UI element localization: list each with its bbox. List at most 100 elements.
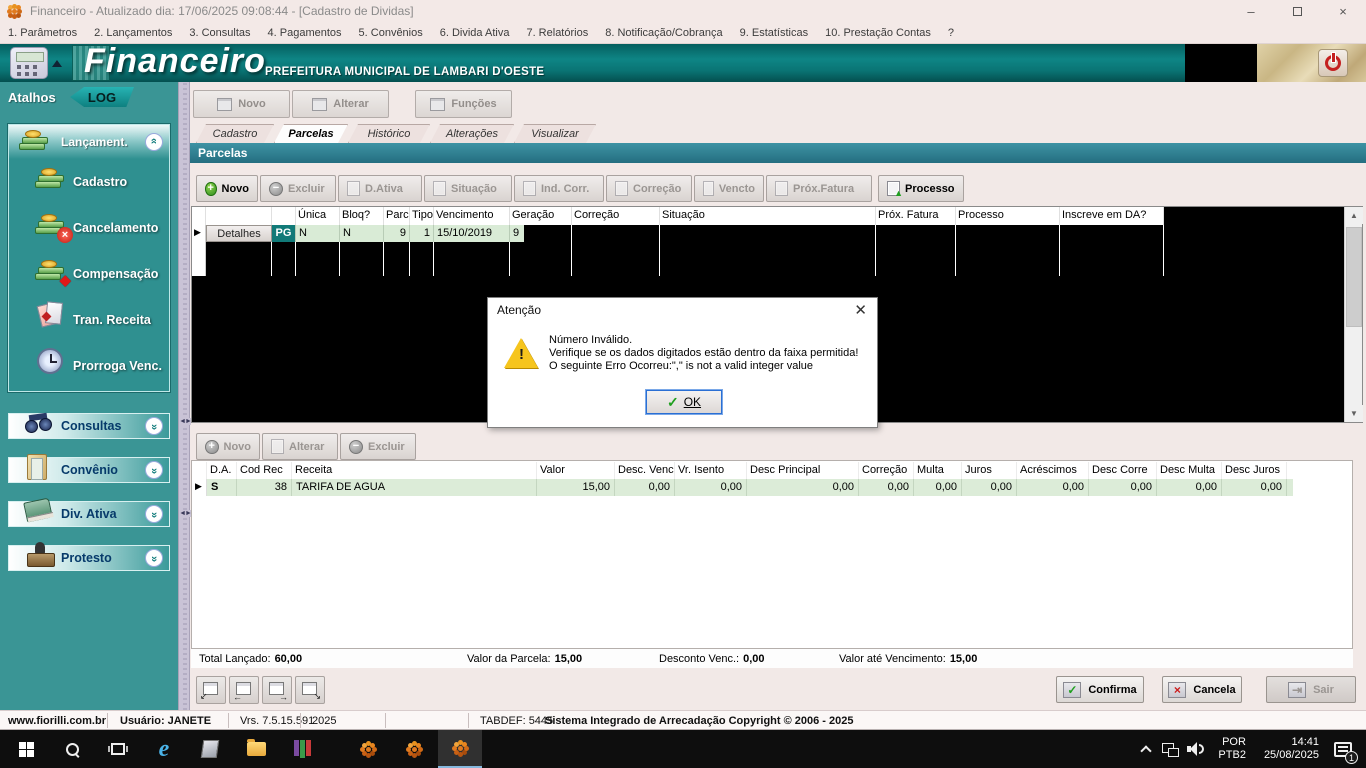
fiorilli-flower-icon — [359, 740, 377, 758]
cell-valor: 15,00 — [537, 479, 615, 496]
alterar-button-top[interactable]: Alterar — [292, 90, 389, 118]
tray-chevron-icon[interactable] — [1141, 745, 1152, 756]
clock-indicator[interactable]: 14:41 25/08/2025 — [1264, 736, 1319, 762]
parcelas-novo-button[interactable]: +Novo — [196, 175, 258, 202]
minimize-button[interactable]: – — [1228, 0, 1274, 22]
expand-chevron-icon[interactable]: » — [145, 417, 163, 435]
sidebar-group-header[interactable]: Lançament. » — [9, 125, 169, 159]
notepad-button[interactable] — [188, 730, 232, 768]
speaker-icon[interactable] — [1187, 742, 1209, 756]
calculator-icon[interactable] — [10, 47, 48, 79]
sidebar-item-prorroga-venc[interactable]: Prorroga Venc. — [9, 343, 169, 389]
windows-icon — [19, 742, 34, 757]
parcelas-processo-button[interactable]: ▲Processo — [878, 175, 964, 202]
scroll-up-icon[interactable]: ▲ — [1345, 207, 1363, 224]
desconto-venc: Desconto Venc.:0,00 — [659, 653, 765, 665]
internet-explorer-button[interactable]: e — [142, 730, 186, 768]
receitas-row[interactable]: ▶ S 38 TARIFA DE AGUA 15,00 0,00 0,00 0,… — [193, 479, 1293, 496]
cell-acrescimos: 0,00 — [1017, 479, 1089, 496]
winrar-button[interactable] — [280, 730, 324, 768]
funcoes-button[interactable]: Funções — [415, 90, 512, 118]
confirma-button[interactable]: ✓Confirma — [1056, 676, 1144, 703]
menu-parametros[interactable]: 1. Parâmetros — [8, 27, 77, 39]
parcelas-excluir-button[interactable]: −Excluir — [260, 175, 336, 202]
sidebar-item-cadastro[interactable]: Cadastro — [9, 159, 169, 205]
task-view-button[interactable] — [96, 730, 140, 768]
nav-first-button[interactable]: ↙ — [196, 676, 226, 704]
expand-chevron-icon[interactable]: » — [145, 549, 163, 567]
sidebar-item-compensacao[interactable]: ◆ Compensação — [9, 251, 169, 297]
fiorilli-app-button[interactable] — [392, 730, 436, 768]
cancela-button[interactable]: ×Cancela — [1162, 676, 1242, 703]
dialog-close-icon[interactable]: ✕ — [854, 301, 867, 319]
ok-button[interactable]: ✓ OK — [646, 390, 722, 414]
parcelas-vencto-button[interactable]: Vencto — [694, 175, 764, 202]
clock-icon — [37, 348, 63, 374]
money-swap-icon: ◆ — [35, 259, 67, 285]
tab-visualizar[interactable]: Visualizar — [514, 124, 596, 143]
tab-strip: Cadastro Parcelas Histórico Alterações V… — [190, 124, 1366, 143]
language-indicator[interactable]: POR PTB2 — [1218, 736, 1246, 762]
sair-button[interactable]: ⇥Sair — [1266, 676, 1356, 703]
menu-convenios[interactable]: 5. Convênios — [359, 27, 423, 39]
sidebar-item-cancelamento[interactable]: × Cancelamento — [9, 205, 169, 251]
panel-title: Parcelas — [190, 143, 1366, 163]
receitas-alterar-button[interactable]: Alterar — [262, 433, 338, 460]
detalhes-button[interactable]: Detalhes — [206, 225, 272, 242]
tab-parcelas[interactable]: Parcelas — [274, 124, 348, 143]
maximize-button[interactable] — [1274, 0, 1320, 22]
nav-last-button[interactable]: ↘ — [295, 676, 325, 704]
menu-relatorios[interactable]: 7. Relatórios — [526, 27, 588, 39]
collapse-chevron-icon[interactable]: » — [145, 133, 163, 151]
tab-cadastro[interactable]: Cadastro — [196, 124, 274, 143]
splitter-arrows[interactable]: ◄► — [179, 510, 191, 517]
sidebar-splitter[interactable]: ◄► ◄► — [178, 82, 190, 710]
sidebar-group-div-ativa[interactable]: Div. Ativa » — [8, 501, 170, 527]
menu-consultas[interactable]: 3. Consultas — [189, 27, 250, 39]
sidebar-group-convenio[interactable]: Convênio » — [8, 457, 170, 483]
scroll-thumb[interactable] — [1346, 227, 1362, 327]
menu-pagamentos[interactable]: 4. Pagamentos — [268, 27, 342, 39]
col-unica: Única — [296, 207, 340, 225]
cell-tipo: 1 — [410, 225, 434, 242]
network-icon[interactable] — [1162, 743, 1177, 755]
dialog-title[interactable]: Atenção — [488, 298, 877, 322]
scroll-down-icon[interactable]: ▼ — [1345, 405, 1363, 422]
close-button[interactable]: × — [1320, 0, 1366, 22]
menu-estatisticas[interactable]: 9. Estatísticas — [740, 27, 808, 39]
menu-prestacao[interactable]: 10. Prestação Contas — [825, 27, 931, 39]
splitter-arrows[interactable]: ◄► — [179, 418, 191, 425]
menu-help[interactable]: ? — [948, 27, 954, 39]
receitas-excluir-button[interactable]: −Excluir — [340, 433, 416, 460]
file-explorer-button[interactable] — [234, 730, 278, 768]
sidebar-item-tran-receita[interactable]: Tran. Receita — [9, 297, 169, 343]
start-button[interactable] — [4, 730, 48, 768]
menu-lancamentos[interactable]: 2. Lançamentos — [94, 27, 172, 39]
sidebar-group-protesto[interactable]: Protesto » — [8, 545, 170, 571]
nav-next-button[interactable]: → — [262, 676, 292, 704]
expand-chevron-icon[interactable]: » — [145, 461, 163, 479]
menu-divida-ativa[interactable]: 6. Divida Ativa — [440, 27, 510, 39]
notepad-icon — [201, 740, 220, 758]
power-button[interactable] — [1318, 49, 1348, 77]
parcelas-prox-fatura-button[interactable]: Próx.Fatura — [766, 175, 872, 202]
expand-chevron-icon[interactable]: » — [145, 505, 163, 523]
novo-button-top[interactable]: Novo — [193, 90, 290, 118]
grid-vertical-scrollbar[interactable]: ▲ ▼ — [1344, 207, 1362, 422]
receitas-novo-button[interactable]: +Novo — [196, 433, 260, 460]
check-icon: ✓ — [1063, 682, 1081, 698]
tab-historico[interactable]: Histórico — [348, 124, 430, 143]
nav-prior-button[interactable]: ← — [229, 676, 259, 704]
log-flag[interactable]: LOG — [70, 87, 134, 107]
fiorilli-app-button[interactable] — [346, 730, 390, 768]
parcelas-dativa-button[interactable]: D.Ativa — [338, 175, 422, 202]
parcelas-correcao-button[interactable]: Correção — [606, 175, 692, 202]
search-button[interactable] — [50, 730, 94, 768]
tab-alteracoes[interactable]: Alterações — [430, 124, 514, 143]
parcelas-situacao-button[interactable]: Situação — [424, 175, 512, 202]
parcelas-ind-corr-button[interactable]: Ind. Corr. — [514, 175, 604, 202]
status-website[interactable]: www.fiorilli.com.br — [8, 715, 106, 727]
sidebar-group-consultas[interactable]: Consultas » — [8, 413, 170, 439]
fiorilli-app-button-active[interactable] — [438, 730, 482, 768]
menu-notificacao[interactable]: 8. Notificação/Cobrança — [605, 27, 722, 39]
